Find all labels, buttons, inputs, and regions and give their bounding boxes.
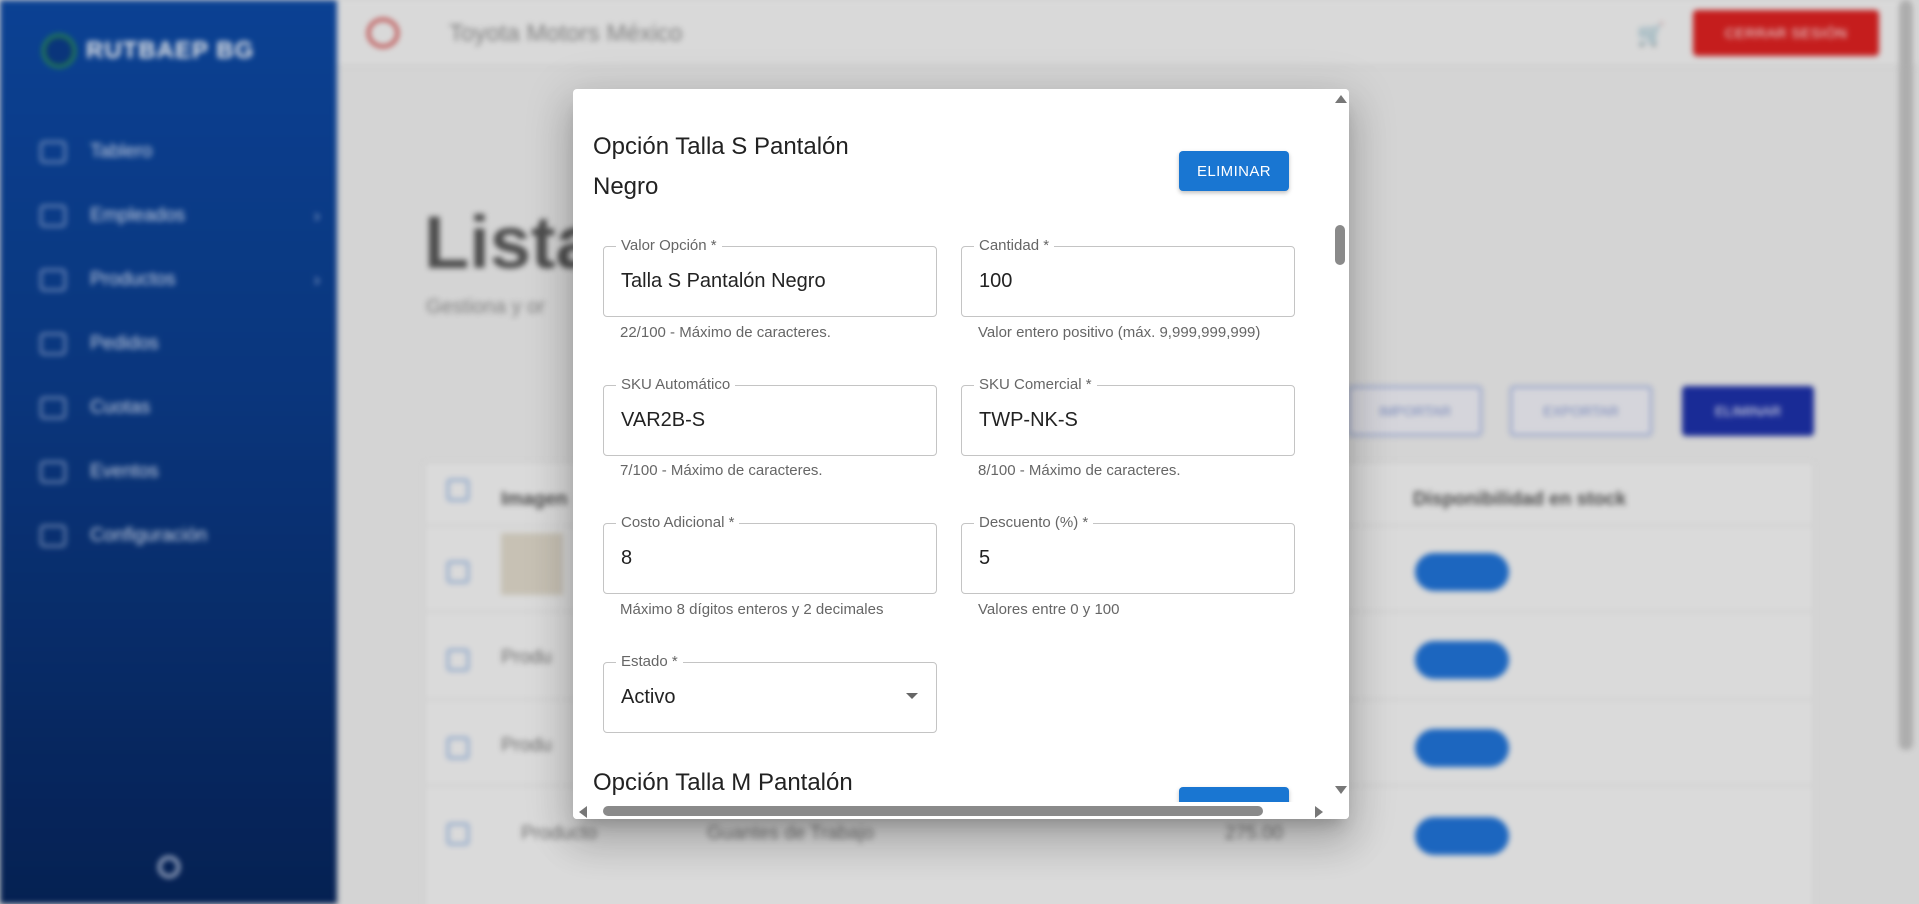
- helper-text: Máximo 8 dígitos enteros y 2 decimales: [620, 601, 884, 618]
- helper-text: Valores entre 0 y 100: [978, 601, 1120, 618]
- caret-down-icon: [906, 693, 918, 699]
- field-label: Descuento (%) *: [974, 514, 1094, 532]
- scroll-right-arrow-icon[interactable]: [1315, 806, 1323, 818]
- delete-option-button[interactable]: ELIMINAR: [1179, 151, 1289, 191]
- helper-text: 7/100 - Máximo de caracteres.: [620, 462, 823, 479]
- field-value: 5: [979, 547, 991, 569]
- horizontal-scroll-thumb[interactable]: [603, 806, 1263, 816]
- sku-auto-field[interactable]: SKU Automático VAR2B-S: [603, 376, 937, 456]
- field-label: SKU Comercial *: [974, 376, 1097, 394]
- field-label: Estado *: [616, 653, 683, 671]
- dialog-vertical-scrollbar[interactable]: [1332, 89, 1349, 802]
- edit-options-dialog: Opción Talla S Pantalón Negro ELIMINAR V…: [573, 89, 1349, 819]
- option-value-field[interactable]: Valor Opción * Talla S Pantalón Negro: [603, 237, 937, 317]
- quantity-field[interactable]: Cantidad * 100: [961, 237, 1295, 317]
- option-title: Opción Talla M Pantalón: [593, 769, 853, 796]
- field-value: 100: [979, 270, 1013, 292]
- scroll-down-arrow-icon[interactable]: [1335, 786, 1347, 794]
- field-value: Activo: [621, 686, 676, 708]
- vertical-scroll-thumb[interactable]: [1335, 225, 1345, 265]
- field-value: Talla S Pantalón Negro: [621, 270, 826, 292]
- helper-text: 8/100 - Máximo de caracteres.: [978, 462, 1181, 479]
- helper-text: 22/100 - Máximo de caracteres.: [620, 324, 831, 341]
- scroll-up-arrow-icon[interactable]: [1335, 95, 1347, 103]
- field-label: Costo Adicional *: [616, 514, 740, 532]
- field-label: Valor Opción *: [616, 237, 722, 255]
- field-label: Cantidad *: [974, 237, 1055, 255]
- scroll-left-arrow-icon[interactable]: [579, 806, 587, 818]
- dialog-horizontal-scrollbar[interactable]: [573, 802, 1349, 819]
- discount-field[interactable]: Descuento (%) * 5: [961, 514, 1295, 594]
- field-value: TWP-NK-S: [979, 409, 1078, 431]
- helper-text: Valor entero positivo (máx. 9,999,999,99…: [978, 324, 1261, 341]
- status-select[interactable]: Estado * Activo: [603, 653, 937, 733]
- additional-cost-field[interactable]: Costo Adicional * 8: [603, 514, 937, 594]
- sku-commercial-field[interactable]: SKU Comercial * TWP-NK-S: [961, 376, 1295, 456]
- field-label: SKU Automático: [616, 376, 736, 394]
- field-value: VAR2B-S: [621, 409, 706, 431]
- field-value: 8: [621, 547, 633, 569]
- option-title: Opción Talla S Pantalón Negro: [593, 133, 849, 200]
